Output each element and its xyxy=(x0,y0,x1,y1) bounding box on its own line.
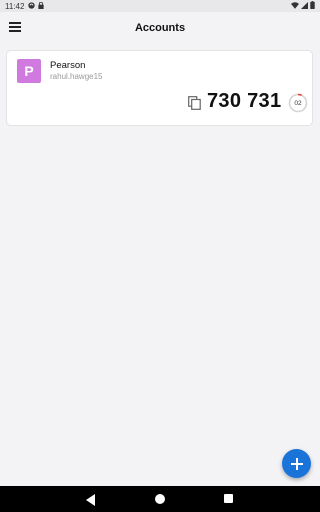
plus-icon xyxy=(290,457,303,470)
signal-icon xyxy=(301,1,308,11)
lock-icon xyxy=(38,1,45,11)
account-avatar: P xyxy=(17,59,41,83)
copy-icon[interactable] xyxy=(188,96,201,110)
hamburger-menu-icon[interactable] xyxy=(9,22,21,34)
wifi-icon xyxy=(291,1,299,11)
sync-icon xyxy=(28,1,36,11)
recents-icon[interactable] xyxy=(224,494,233,503)
back-icon[interactable] xyxy=(86,493,96,506)
page-title: Accounts xyxy=(134,22,186,34)
account-name: Pearson xyxy=(50,60,86,71)
countdown-seconds: 02 xyxy=(294,99,302,107)
status-bar: 11:42 xyxy=(0,0,320,12)
app-bar: Accounts xyxy=(0,12,320,44)
add-account-button[interactable] xyxy=(282,449,311,478)
account-card[interactable]: P Pearson rahul.hawge15 730 731 02 xyxy=(6,50,313,126)
account-username: rahul.hawge15 xyxy=(50,72,103,81)
status-time: 11:42 xyxy=(5,1,25,11)
system-nav-bar xyxy=(0,486,320,512)
battery-icon xyxy=(310,1,315,11)
otp-code[interactable]: 730 731 xyxy=(207,90,281,113)
home-icon[interactable] xyxy=(155,494,165,504)
